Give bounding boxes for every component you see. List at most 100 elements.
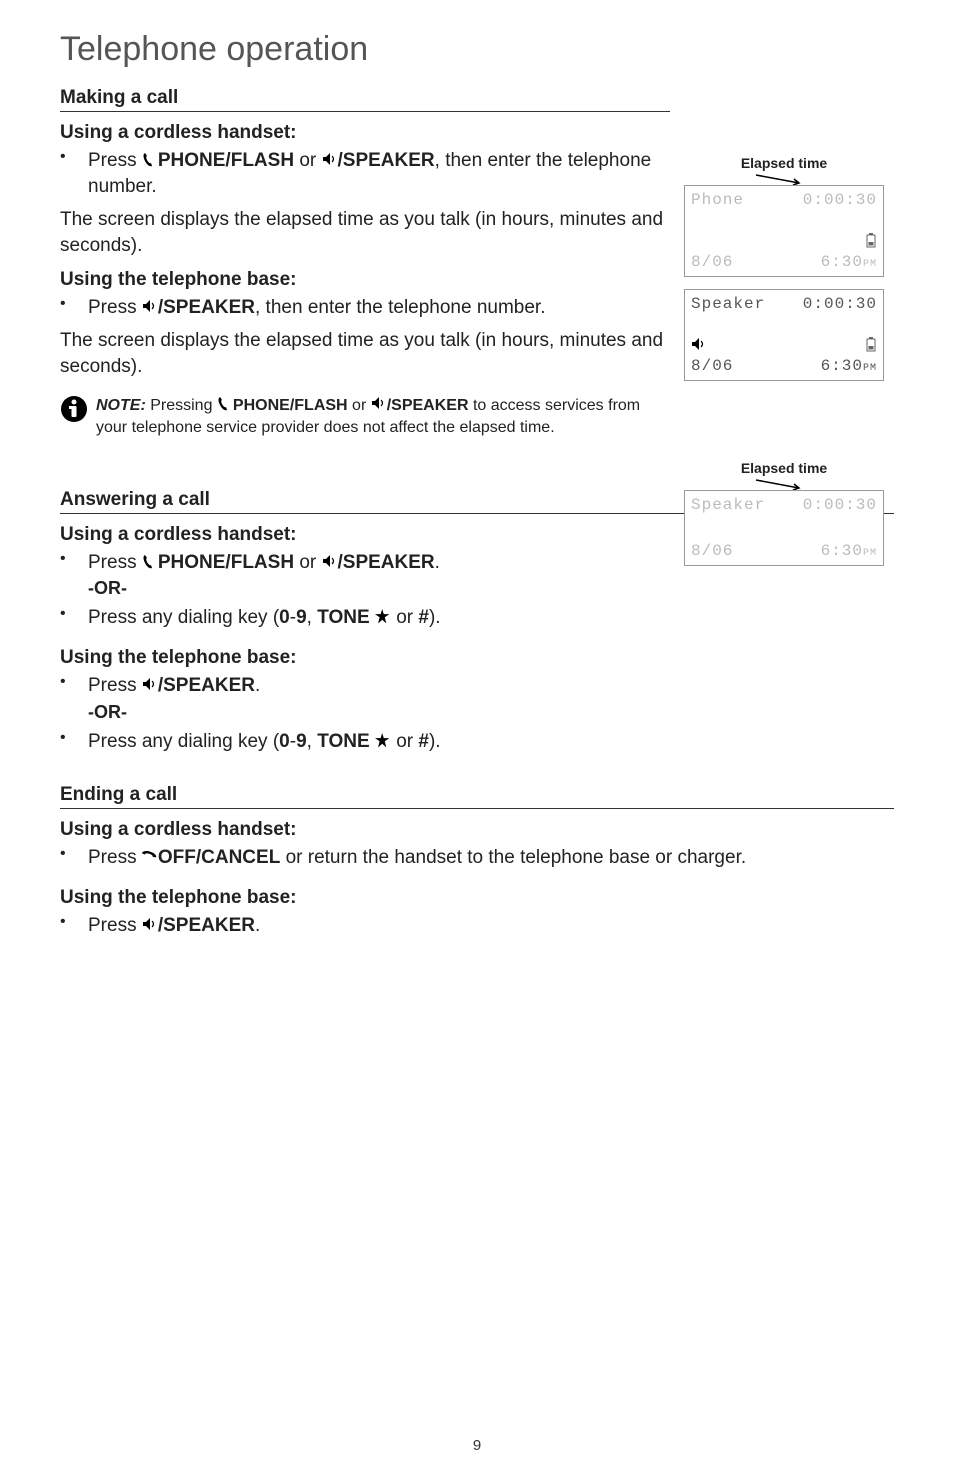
base-subtitle: Using the telephone base: bbox=[60, 269, 670, 291]
bullet-item: • Press any dialing key (0-9, TONE or #)… bbox=[60, 729, 894, 755]
base-subtitle: Using the telephone base: bbox=[60, 887, 894, 909]
flash-label: FLASH bbox=[231, 150, 294, 171]
text: Press bbox=[88, 847, 142, 868]
bullet-text: Press any dialing key (0-9, TONE or #). bbox=[88, 729, 441, 755]
text: . bbox=[255, 915, 260, 936]
lcd-screen-3: Speaker 0:00:30 8/06 6:30PM bbox=[684, 490, 884, 566]
note-block: NOTE: Pressing PHONE/FLASH or /SPEAKER t… bbox=[60, 395, 670, 438]
tone-key: TONE bbox=[317, 731, 369, 752]
tone-key: TONE bbox=[317, 607, 369, 628]
lcd-date: 8/06 bbox=[691, 357, 733, 375]
lcd-time: 6:30 bbox=[821, 542, 863, 560]
note-text: NOTE: Pressing PHONE/FLASH or /SPEAKER t… bbox=[92, 395, 670, 438]
lcd-screen-2: Speaker 0:00:30 8/06 6:30PM bbox=[684, 289, 884, 381]
key-0: 0 bbox=[279, 607, 290, 628]
lcd-ampm: PM bbox=[863, 259, 877, 270]
bullet-item: • Press any dialing key (0-9, TONE or #)… bbox=[60, 605, 894, 631]
phone-flash-label: PHONE/ bbox=[158, 150, 231, 171]
base-subtitle: Using the telephone base: bbox=[60, 647, 894, 669]
star-icon bbox=[375, 609, 391, 625]
bullet-text: Press /SPEAKER, then enter the telephone… bbox=[88, 295, 546, 321]
hash-key: # bbox=[418, 607, 429, 628]
lcd-elapsed-time: 0:00:30 bbox=[803, 295, 877, 313]
text: Press any dialing key ( bbox=[88, 731, 279, 752]
bullet-dot: • bbox=[60, 673, 88, 691]
text: Press bbox=[88, 297, 142, 318]
bullet-item: • Press /SPEAKER. bbox=[60, 673, 894, 699]
cancel-label: CANCEL bbox=[201, 847, 280, 868]
speaker-label: /SPEAKER bbox=[158, 297, 255, 318]
lcd-date: 8/06 bbox=[691, 253, 733, 271]
lcd-speaker-label: Speaker bbox=[691, 496, 765, 514]
key-9: 9 bbox=[296, 607, 307, 628]
paragraph: The screen displays the elapsed time as … bbox=[60, 207, 670, 258]
key-9: 9 bbox=[296, 731, 307, 752]
bullet-text: Press /SPEAKER. bbox=[88, 673, 260, 699]
bullet-dot: • bbox=[60, 845, 88, 863]
bullet-item: • Press PHONE/FLASH or /SPEAKER, then en… bbox=[60, 148, 670, 199]
phone-flash-label: PHONE/ bbox=[233, 397, 294, 414]
phone-handset-icon bbox=[142, 554, 158, 570]
text: , bbox=[307, 731, 318, 752]
text: Press any dialing key ( bbox=[88, 607, 279, 628]
text: Press bbox=[88, 915, 142, 936]
text: , then enter the telephone number. bbox=[255, 297, 546, 318]
battery-icon bbox=[865, 232, 877, 252]
bullet-text: Press any dialing key (0-9, TONE or #). bbox=[88, 605, 441, 631]
speaker-label: /SPEAKER bbox=[158, 675, 255, 696]
bullet-text: Press OFF/CANCEL or return the handset t… bbox=[88, 845, 746, 871]
text: ). bbox=[429, 607, 441, 628]
speaker-icon bbox=[691, 337, 705, 355]
speaker-icon bbox=[371, 396, 387, 412]
bullet-text: Press PHONE/FLASH or /SPEAKER, then ente… bbox=[88, 148, 670, 199]
speaker-icon bbox=[322, 152, 338, 168]
or-separator: -OR- bbox=[88, 702, 894, 723]
bullet-dot: • bbox=[60, 295, 88, 313]
note-label: NOTE: bbox=[96, 397, 146, 414]
text: Pressing bbox=[146, 397, 217, 414]
lcd-time: 6:30 bbox=[821, 357, 863, 375]
phone-flash-label: PHONE/ bbox=[158, 552, 231, 573]
text: , bbox=[307, 607, 318, 628]
bullet-dot: • bbox=[60, 729, 88, 747]
text: or return the handset to the telephone b… bbox=[280, 847, 746, 868]
text: Press bbox=[88, 552, 142, 573]
bullet-item: • Press OFF/CANCEL or return the handset… bbox=[60, 845, 894, 871]
speaker-label: /SPEAKER bbox=[338, 552, 435, 573]
speaker-label: /SPEAKER bbox=[338, 150, 435, 171]
text: or bbox=[348, 397, 371, 414]
flash-label: FLASH bbox=[231, 552, 294, 573]
text: . bbox=[435, 552, 440, 573]
phone-handset-icon bbox=[217, 396, 233, 412]
text: ). bbox=[429, 731, 441, 752]
lcd-date: 8/06 bbox=[691, 542, 733, 560]
off-cancel-label: OFF/ bbox=[158, 847, 201, 868]
bullet-dot: • bbox=[60, 605, 88, 623]
bullet-text: Press PHONE/FLASH or /SPEAKER. bbox=[88, 550, 440, 576]
off-handset-icon bbox=[142, 849, 158, 865]
lcd-time: 6:30 bbox=[821, 253, 863, 271]
bullet-dot: • bbox=[60, 913, 88, 931]
battery-icon bbox=[865, 336, 877, 356]
text: Press bbox=[88, 675, 142, 696]
hash-key: # bbox=[418, 731, 429, 752]
lcd-elapsed-time: 0:00:30 bbox=[803, 191, 877, 209]
figure-group-2: Elapsed time Speaker 0:00:30 8/06 6:30PM bbox=[674, 460, 894, 578]
flash-label: FLASH bbox=[294, 397, 347, 414]
star-icon bbox=[375, 733, 391, 749]
or-separator: -OR- bbox=[88, 578, 894, 599]
text: or bbox=[391, 731, 418, 752]
bullet-text: Press /SPEAKER. bbox=[88, 913, 260, 939]
elapsed-time-label: Elapsed time bbox=[674, 460, 894, 476]
speaker-label: /SPEAKER bbox=[387, 397, 469, 414]
lcd-phone-label: Phone bbox=[691, 191, 744, 209]
text: . bbox=[255, 675, 260, 696]
bullet-item: • Press /SPEAKER. bbox=[60, 913, 894, 939]
lcd-elapsed-time: 0:00:30 bbox=[803, 496, 877, 514]
speaker-icon bbox=[142, 299, 158, 315]
phone-handset-icon bbox=[142, 152, 158, 168]
page-number: 9 bbox=[0, 1437, 954, 1454]
key-0: 0 bbox=[279, 731, 290, 752]
text: or bbox=[294, 150, 321, 171]
text: or bbox=[391, 607, 418, 628]
